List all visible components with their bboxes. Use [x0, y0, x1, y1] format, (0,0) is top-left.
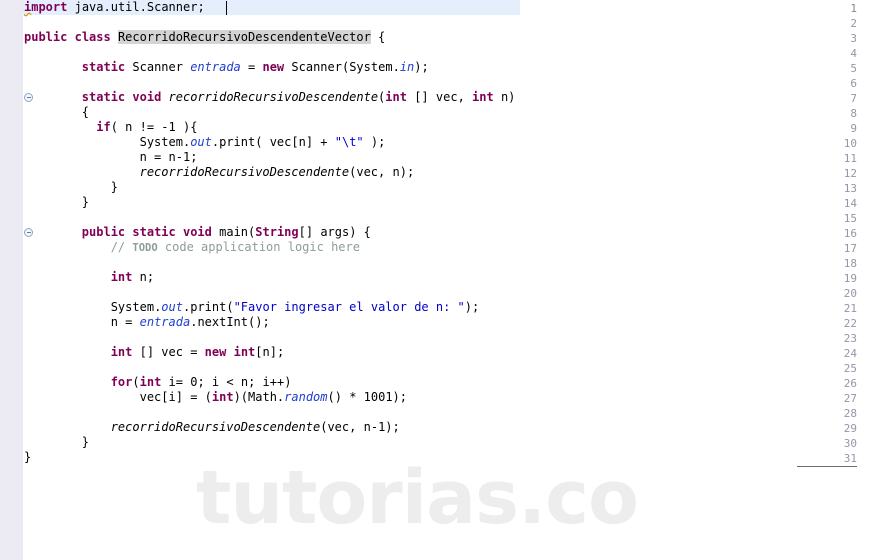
code-line[interactable]: for(int i= 0; i < n; i++) — [24, 375, 292, 390]
code-line[interactable]: int n; — [24, 270, 154, 285]
fold-collapse-icon[interactable] — [24, 93, 33, 102]
code-line[interactable]: recorridoRecursivoDescendente(vec, n-1); — [24, 420, 400, 435]
code-line[interactable]: } — [24, 450, 31, 465]
code-line[interactable]: } — [24, 435, 89, 450]
code-line[interactable]: int [] vec = new int[n]; — [24, 345, 285, 360]
code-line[interactable]: { — [24, 105, 89, 120]
code-line[interactable]: } — [24, 195, 89, 210]
code-line[interactable]: if( n != -1 ){ — [24, 120, 197, 135]
code-line[interactable]: } — [24, 180, 118, 195]
code-line[interactable]: vec[i] = (int)(Math.random() * 1001); — [24, 390, 407, 405]
code-line[interactable]: System.out.print( vec[n] + "\t" ); — [24, 135, 386, 150]
code-line[interactable]: static void recorridoRecursivoDescendent… — [24, 90, 516, 105]
code-line[interactable]: n = n-1; — [24, 150, 198, 165]
code-line[interactable]: public static void main(String[] args) { — [24, 225, 371, 240]
fold-collapse-icon[interactable] — [24, 228, 33, 237]
code-line[interactable]: n = entrada.nextInt(); — [24, 315, 270, 330]
code-line[interactable]: public class RecorridoRecursivoDescenden… — [24, 30, 385, 45]
code-content[interactable]: import java.util.Scanner; public class Re… — [0, 0, 880, 560]
code-line[interactable]: import java.util.Scanner; — [24, 0, 205, 15]
text-caret — [225, 1, 227, 15]
code-line[interactable]: System.out.print("Favor ingresar el valo… — [24, 300, 480, 315]
code-line[interactable]: // TODO code application logic here — [24, 240, 360, 255]
code-editor[interactable]: tutorias.co 1 2 3 4 5 6 7 8 9 10 11 12 13 14 15 16 17 18 1… — [0, 0, 880, 560]
code-line[interactable]: recorridoRecursivoDescendente(vec, n); — [24, 165, 415, 180]
code-line[interactable]: static Scanner entrada = new Scanner(Sys… — [24, 60, 429, 75]
